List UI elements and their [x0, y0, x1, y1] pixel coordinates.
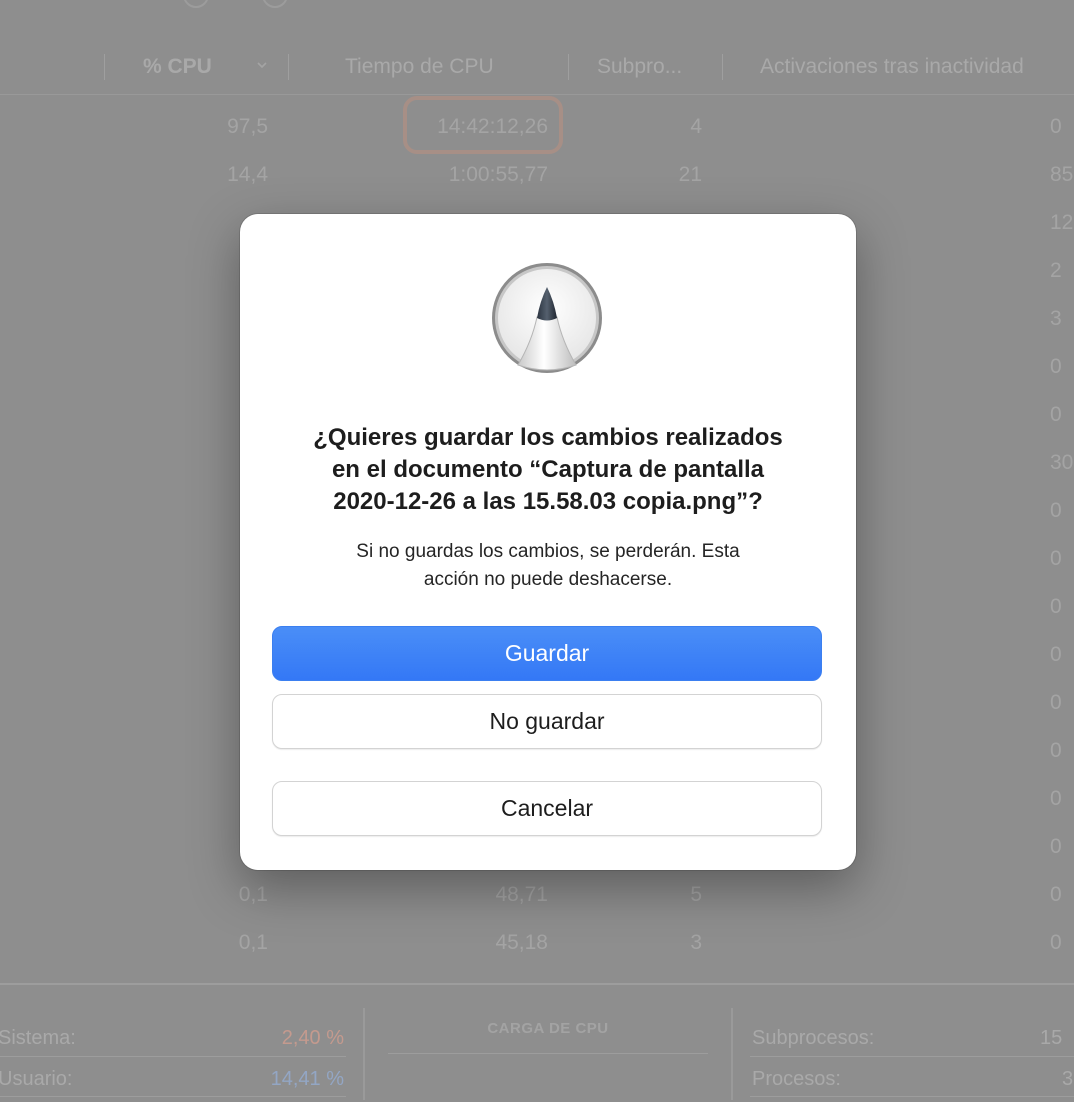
sistema-value: 2,40 % [281, 1027, 344, 1049]
cell-cpu-percent: 0,1 [238, 931, 268, 954]
column-divider [288, 54, 289, 80]
cell-cpu-time: 1:00:55,77 [448, 163, 548, 186]
cell-idle-wakeups: 0 [1050, 787, 1062, 810]
cell-threads: 4 [690, 115, 702, 138]
cell-idle-wakeups: 2 [1050, 259, 1062, 282]
row-divider [750, 1096, 1074, 1097]
dialog-title-line: 2020-12-26 a las 15.58.03 copia.png”? [333, 488, 763, 515]
dialog-title-line: ¿Quieres guardar los cambios realizados [313, 424, 783, 451]
column-divider [722, 54, 723, 80]
cell-threads: 5 [690, 883, 702, 906]
dialog-message-line: acción no puede deshacerse. [423, 569, 673, 590]
cell-idle-wakeups: 0 [1050, 355, 1062, 378]
dialog-message: Si no guardas los cambios, se perderán. … [290, 538, 806, 594]
row-divider [0, 1056, 346, 1057]
bottom-panel [0, 983, 1074, 1102]
column-header-cpu-percent[interactable]: % CPU [143, 54, 212, 80]
cell-idle-wakeups: 0 [1050, 931, 1062, 954]
cell-cpu-percent: 97,5 [227, 115, 268, 138]
cell-idle-wakeups: 0 [1050, 547, 1062, 570]
cell-idle-wakeups: 0 [1050, 499, 1062, 522]
subprocesos-label: Subprocesos: [752, 1027, 875, 1049]
cell-idle-wakeups: 85 [1050, 163, 1074, 186]
preview-pen-icon [492, 263, 602, 373]
sistema-label: Sistema: [0, 1027, 76, 1049]
cancel-button[interactable]: Cancelar [272, 781, 822, 836]
column-header-idle-wakeups[interactable]: Activaciones tras inactividad [760, 54, 1024, 80]
dialog-message-line: Si no guardas los cambios, se perderán. … [356, 541, 740, 562]
row-divider [0, 1096, 346, 1097]
info-icon[interactable] [183, 0, 209, 8]
cell-idle-wakeups: 0 [1050, 835, 1062, 858]
column-divider [568, 54, 569, 80]
cpu-load-graph-baseline [388, 1053, 708, 1054]
cell-idle-wakeups: 127 [1050, 211, 1074, 234]
cell-idle-wakeups: 30 [1050, 451, 1074, 474]
chevron-down-icon[interactable] [257, 60, 267, 70]
cell-idle-wakeups: 0 [1050, 115, 1062, 138]
cell-cpu-percent: 0,1 [238, 883, 268, 906]
dont-save-button[interactable]: No guardar [272, 694, 822, 749]
save-button[interactable]: Guardar [272, 626, 822, 681]
panel-divider [731, 1008, 733, 1100]
cell-cpu-percent: 14,4 [227, 163, 268, 186]
subprocesos-value: 15 [1040, 1027, 1063, 1049]
procesos-value: 3 [1062, 1068, 1074, 1090]
cell-idle-wakeups: 0 [1050, 691, 1062, 714]
toolbar [0, 0, 1074, 40]
cell-idle-wakeups: 0 [1050, 595, 1062, 618]
usuario-value: 14,41 % [270, 1068, 344, 1090]
row-divider [750, 1056, 1074, 1057]
procesos-label: Procesos: [752, 1068, 841, 1090]
options-icon[interactable] [262, 0, 288, 8]
cell-idle-wakeups: 0 [1050, 739, 1062, 762]
highlight-annotation [403, 96, 563, 154]
column-header-threads[interactable]: Subpro... [597, 54, 682, 80]
table-header: % CPU Tiempo de CPU Subpro... Activacion… [0, 40, 1074, 95]
panel-divider [363, 1008, 365, 1100]
save-changes-dialog: ¿Quieres guardar los cambios realizados … [240, 214, 856, 870]
cell-idle-wakeups: 0 [1050, 643, 1062, 666]
cell-idle-wakeups: 3 [1050, 307, 1062, 330]
cell-cpu-time: 45,18 [495, 931, 548, 954]
dialog-title-line: en el documento “Captura de pantalla [331, 456, 765, 483]
usuario-label: Usuario: [0, 1068, 73, 1090]
cpu-load-title: CARGA DE CPU [487, 1020, 609, 1037]
cell-cpu-time: 48,71 [495, 883, 548, 906]
cell-idle-wakeups: 0 [1050, 883, 1062, 906]
cell-threads: 21 [678, 163, 702, 186]
column-header-cpu-time[interactable]: Tiempo de CPU [345, 54, 494, 80]
dialog-title: ¿Quieres guardar los cambios realizados … [270, 422, 826, 518]
cell-idle-wakeups: 0 [1050, 403, 1062, 426]
column-divider [104, 54, 105, 80]
cell-threads: 3 [690, 931, 702, 954]
